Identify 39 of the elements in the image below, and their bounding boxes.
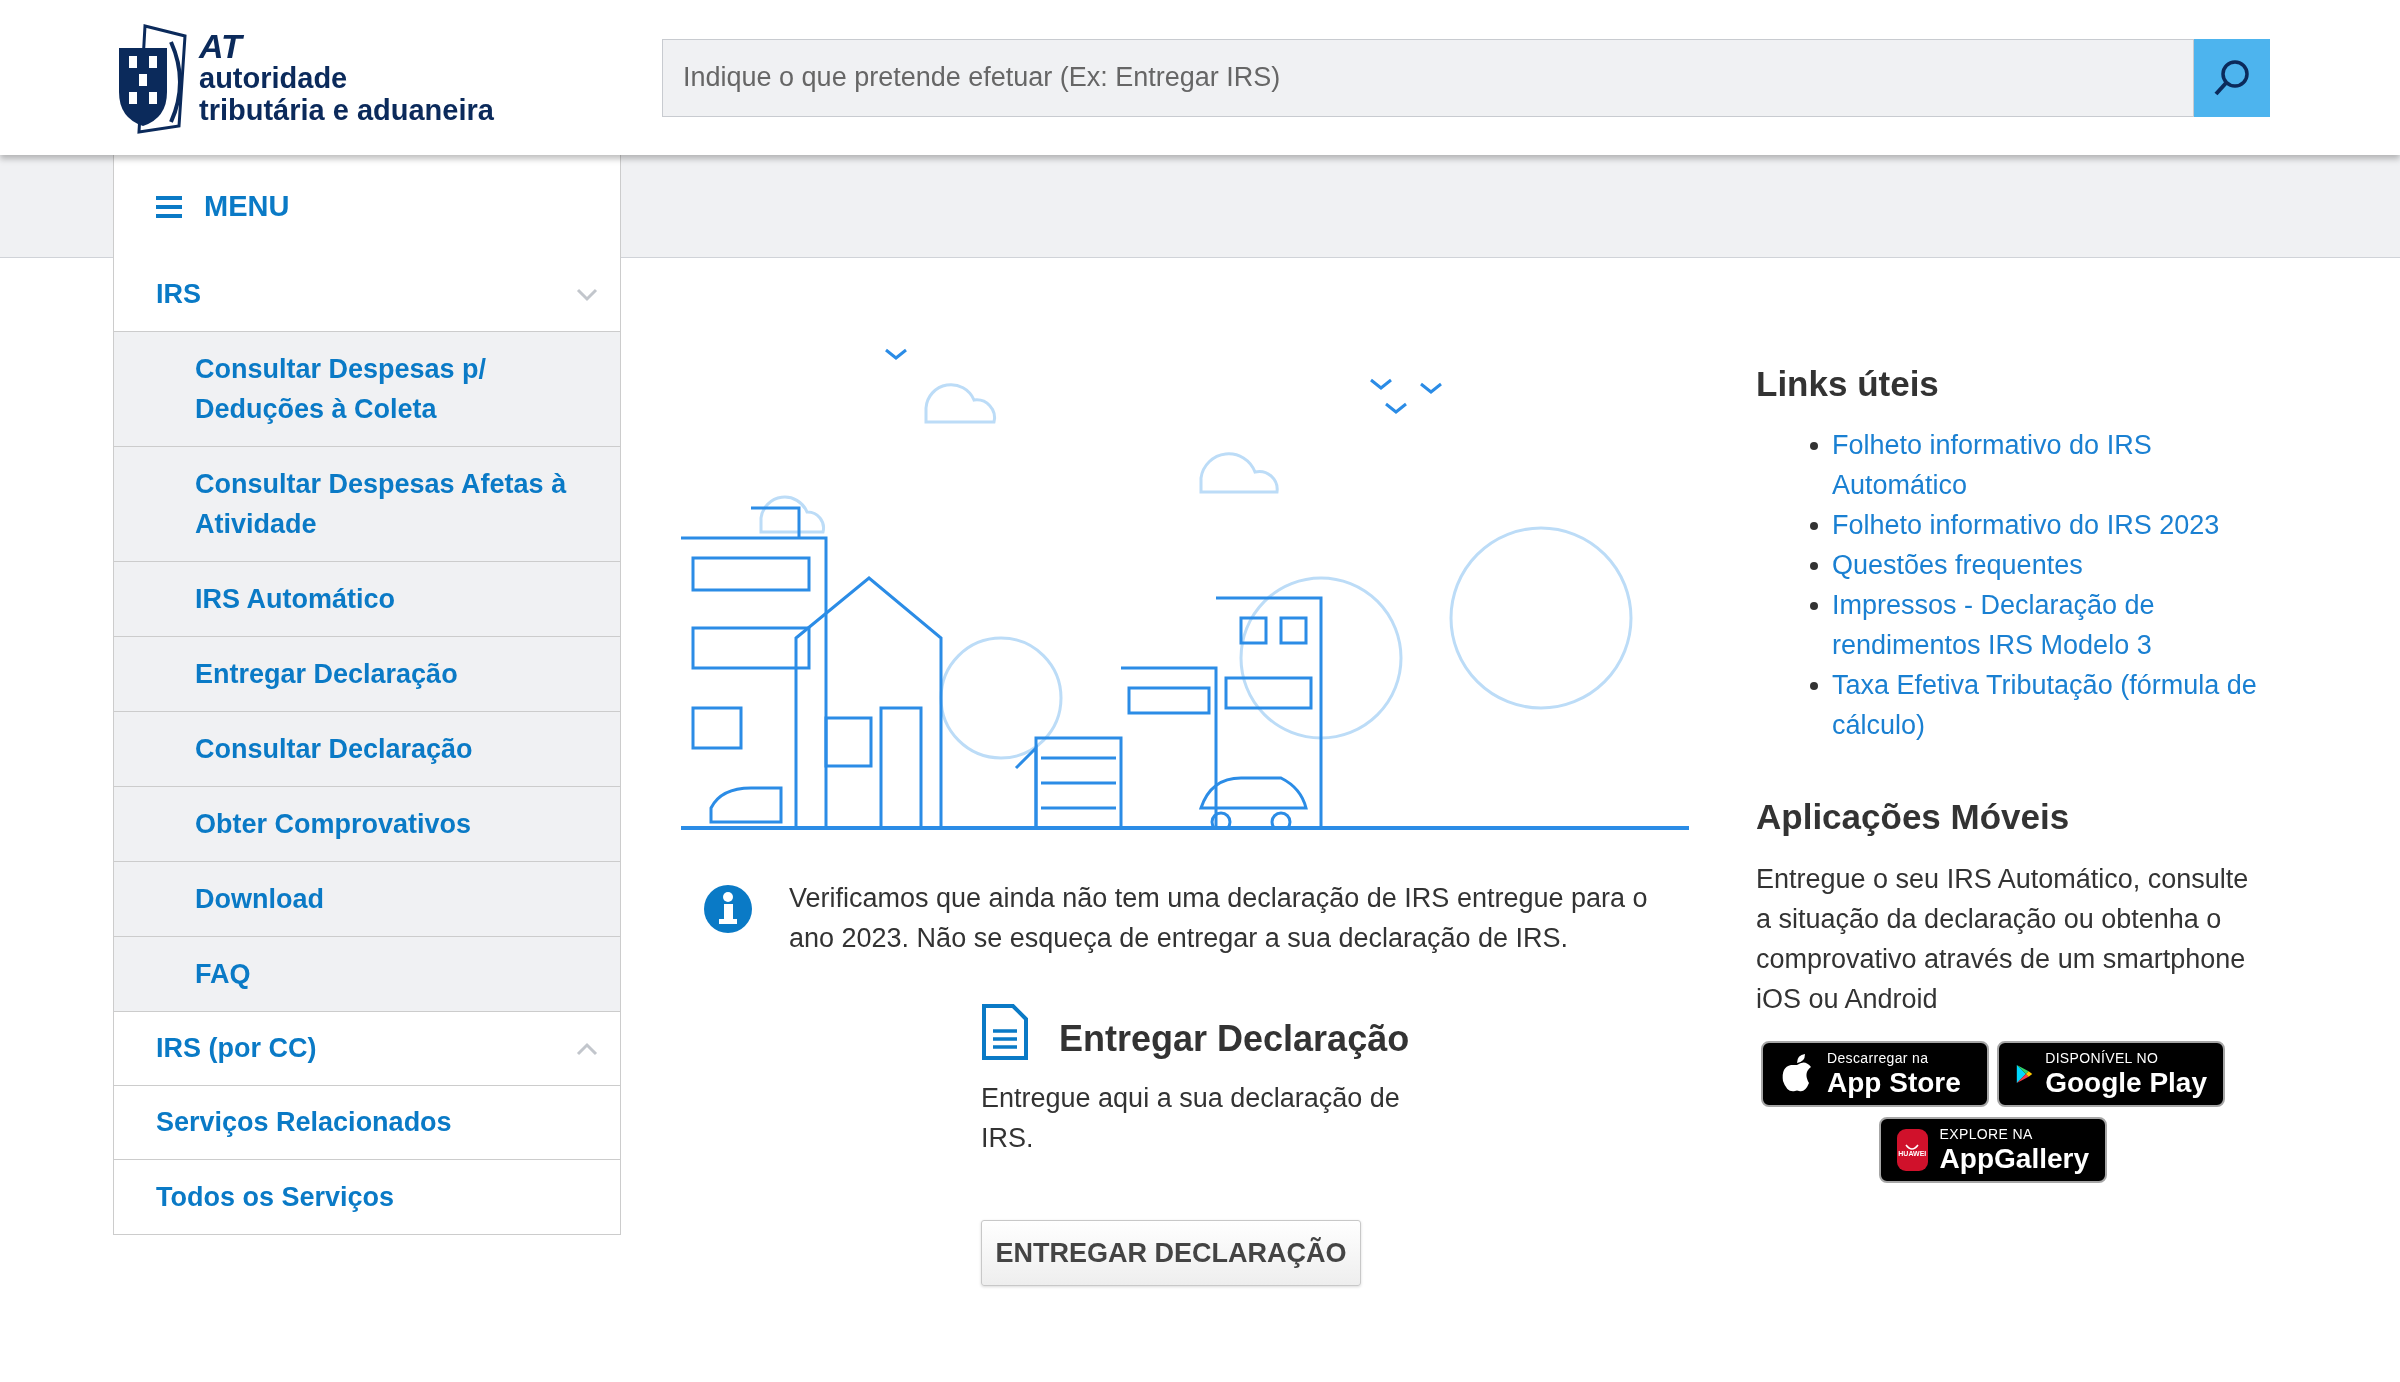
logo-text: autoridade bbox=[199, 61, 349, 94]
useful-link[interactable]: Folheto informativo do IRS Automático bbox=[1832, 424, 2261, 505]
useful-link[interactable]: Folheto informativo do IRS 2023 bbox=[1832, 504, 2220, 545]
bullet-icon bbox=[1810, 521, 1818, 530]
useful-link[interactable]: Taxa Efetiva Tributação (fórmula de cálculo) bbox=[1832, 664, 2261, 745]
useful-link[interactable]: Impressos - Declaração de rendimentos IRS Modelo 3 bbox=[1832, 584, 2261, 665]
sidebar-subitem[interactable]: Consultar Declaração bbox=[114, 712, 620, 787]
chevron-icon bbox=[576, 1041, 598, 1056]
sidebar-subitem[interactable]: IRS Automático bbox=[114, 562, 620, 637]
app-store-badge[interactable]: Descarregar na App Store bbox=[1761, 1041, 1989, 1107]
apps-description: Entregue o seu IRS Automático, consulte a situação da declaração ou obtenha o comprovativo através de um smartphone iOS ou Android bbox=[1756, 863, 2250, 1016]
sidebar-subitem[interactable]: Obter Comprovativos bbox=[114, 787, 620, 862]
card-description: Entregue aqui a sua declaração de IRS. bbox=[981, 1082, 1401, 1155]
chevron-icon bbox=[576, 287, 598, 302]
section-heading: Aplicações Móveis bbox=[1756, 795, 2071, 838]
bullet-icon bbox=[1810, 441, 1818, 450]
sidebar-subitem[interactable]: Consultar Despesas Afetas à Atividade bbox=[114, 447, 620, 562]
search-button[interactable] bbox=[2194, 38, 2270, 117]
sidebar-subitem[interactable]: Download bbox=[114, 862, 620, 937]
logo-abbreviation: AT bbox=[199, 29, 245, 62]
useful-link[interactable]: Questões frequentes bbox=[1832, 544, 2083, 585]
logo-text: tributária e aduaneira bbox=[199, 93, 494, 126]
sidebar-subitem[interactable]: Consultar Despesas p/ Deduções à Coleta bbox=[114, 332, 620, 447]
menu-button[interactable]: MENU bbox=[113, 155, 621, 258]
bullet-icon bbox=[1810, 601, 1818, 610]
search-icon bbox=[2212, 57, 2252, 98]
document-icon bbox=[981, 1003, 1029, 1061]
card-title: Entregar Declaração bbox=[1059, 1017, 1410, 1061]
section-heading: Links úteis bbox=[1756, 363, 1940, 405]
info-icon bbox=[703, 884, 753, 934]
sidebar-subitem[interactable]: FAQ bbox=[114, 937, 620, 1012]
submit-button[interactable]: ENTREGAR DECLARAÇÃO bbox=[981, 1220, 1361, 1286]
menu-icon bbox=[154, 194, 184, 219]
search-field[interactable]: Indique o que pretende efetuar (Ex: Entregar IRS) bbox=[662, 38, 2194, 117]
bullet-icon bbox=[1810, 561, 1818, 570]
sidebar-subitem[interactable]: Entregar Declaração bbox=[114, 637, 620, 712]
app-store-badge[interactable]: DISPONÍVEL NO Google Play bbox=[1997, 1041, 2225, 1107]
notice-text: Verificamos que ainda não tem uma declaração de IRS entregue para o ano 2023. Não se esqueça de entregar a sua declaração de IRS. bbox=[789, 882, 1649, 955]
bullet-icon bbox=[1810, 681, 1818, 690]
